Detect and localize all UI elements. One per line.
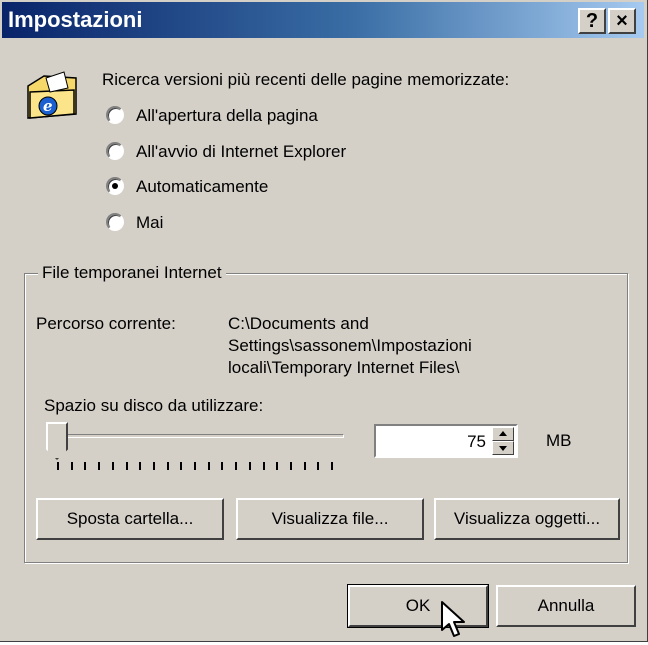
- slider-tick: [57, 462, 59, 470]
- slider-tick: [166, 462, 169, 470]
- slider-tick: [331, 462, 333, 470]
- temporary-files-group-label: File temporanei Internet: [38, 263, 226, 283]
- disk-space-unit: MB: [546, 431, 572, 450]
- radio-label-on-ie-start[interactable]: All'avvio di Internet Explorer: [136, 142, 346, 162]
- title-bar: Impostazioni ? ×: [2, 2, 644, 38]
- slider-tick: [70, 462, 73, 470]
- slider-tick: [317, 462, 320, 470]
- slider-tick: [262, 462, 265, 470]
- cancel-button[interactable]: Annulla: [496, 585, 636, 627]
- spin-down-button[interactable]: [492, 441, 514, 455]
- arrow-down-icon: [499, 446, 507, 451]
- slider-tick: [125, 462, 128, 470]
- current-path-line-2: Settings\sassonem\Impostazioni: [228, 336, 472, 355]
- slider-tick: [221, 462, 224, 470]
- slider-tick: [235, 462, 238, 470]
- slider-tick: [303, 462, 306, 470]
- radio-label-automatic[interactable]: Automaticamente: [136, 177, 268, 197]
- slider-tick: [98, 462, 101, 470]
- current-path-label: Percorso corrente:: [36, 314, 176, 333]
- radio-never[interactable]: [106, 213, 124, 231]
- move-folder-button[interactable]: Sposta cartella...: [36, 498, 224, 540]
- disk-space-label: Spazio su disco da utilizzare:: [44, 396, 264, 415]
- radio-selected-dot: [112, 183, 118, 189]
- slider-tick: [248, 462, 251, 470]
- disk-space-spinbox[interactable]: 75: [374, 424, 518, 458]
- window-title: Impostazioni: [8, 7, 143, 32]
- current-path-line-1: C:\Documents and: [228, 314, 369, 333]
- radio-label-on-page-open[interactable]: All'apertura della pagina: [136, 106, 318, 126]
- current-path-line-3: locali\Temporary Internet Files\: [228, 358, 460, 377]
- svg-text:e: e: [43, 97, 53, 115]
- slider-tick: [207, 462, 210, 470]
- slider-tick: [194, 462, 196, 470]
- disk-space-slider-track[interactable]: [58, 434, 344, 438]
- internet-explorer-folder-icon: e: [24, 70, 80, 122]
- slider-tick: [180, 462, 183, 470]
- view-files-button[interactable]: Visualizza file...: [236, 498, 424, 540]
- help-button[interactable]: ?: [578, 8, 606, 34]
- slider-tick: [289, 462, 292, 470]
- radio-on-ie-start[interactable]: [106, 142, 124, 160]
- spin-up-button[interactable]: [492, 427, 514, 441]
- slider-tick: [139, 462, 142, 470]
- check-newer-prompt: Ricerca versioni più recenti delle pagin…: [102, 70, 510, 89]
- mouse-cursor-icon: [440, 600, 470, 645]
- slider-tick: [111, 462, 114, 470]
- radio-automatic[interactable]: [106, 177, 124, 195]
- settings-dialog: Impostazioni ? × e Ricerca versioni più …: [0, 0, 648, 642]
- close-button[interactable]: ×: [608, 8, 636, 34]
- slider-tick: [84, 462, 87, 470]
- slider-tick: [152, 462, 155, 470]
- slider-tick: [276, 462, 279, 470]
- radio-label-never[interactable]: Mai: [136, 213, 163, 233]
- radio-on-page-open[interactable]: [106, 106, 124, 124]
- view-objects-button[interactable]: Visualizza oggetti...: [434, 498, 620, 540]
- arrow-up-icon: [499, 431, 507, 436]
- disk-space-value[interactable]: 75: [467, 432, 486, 452]
